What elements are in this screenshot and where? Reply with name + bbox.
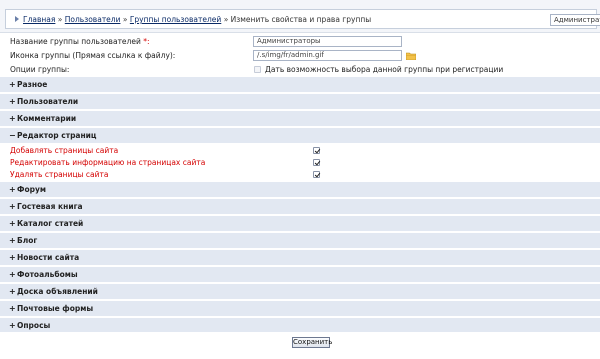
section-page-editor[interactable]: − Редактор страниц	[0, 127, 600, 143]
section-news[interactable]: + Новости сайта	[0, 249, 600, 265]
group-options-label: Опции группы:	[10, 65, 70, 74]
required-mark: *:	[143, 37, 150, 46]
section-title: Каталог статей	[17, 219, 84, 228]
expand-icon: +	[9, 185, 16, 194]
form-footer: Сохранить	[0, 332, 600, 359]
permission-row: Редактировать информацию на страницах са…	[0, 157, 600, 169]
breadcrumb-link-home[interactable]: Главная	[23, 15, 55, 24]
registration-choice-checkbox[interactable]	[254, 66, 261, 73]
expand-icon: +	[9, 202, 16, 211]
folder-icon[interactable]	[406, 52, 416, 60]
breadcrumb-separator: »	[223, 15, 229, 24]
section-title: Блог	[17, 236, 38, 245]
permission-checkbox[interactable]	[313, 147, 320, 154]
section-misc[interactable]: + Разное	[0, 76, 600, 92]
section-title: Почтовые формы	[17, 304, 94, 313]
breadcrumb-separator: »	[57, 15, 63, 24]
section-mail-forms[interactable]: + Почтовые формы	[0, 300, 600, 316]
expand-icon: +	[9, 304, 16, 313]
collapse-icon: −	[9, 131, 16, 140]
expand-icon: +	[9, 114, 16, 123]
divider	[0, 32, 600, 33]
breadcrumb: Главная » Пользователи » Группы пользова…	[5, 9, 600, 29]
section-forum[interactable]: + Форум	[0, 181, 600, 197]
expand-icon: +	[9, 236, 16, 245]
section-title: Форум	[17, 185, 46, 194]
permission-checkbox[interactable]	[313, 171, 320, 178]
section-board[interactable]: + Доска объявлений	[0, 283, 600, 299]
section-title: Гостевая книга	[17, 202, 83, 211]
group-icon-input[interactable]: /.s/img/fr/admin.gif	[253, 50, 402, 61]
breadcrumb-current: Изменить свойства и права группы	[230, 15, 372, 24]
expand-icon: +	[9, 80, 16, 89]
section-guestbook[interactable]: + Гостевая книга	[0, 198, 600, 214]
section-title: Разное	[17, 80, 48, 89]
section-title: Доска объявлений	[17, 287, 98, 296]
top-bar: Главная » Пользователи » Группы пользова…	[0, 0, 600, 32]
expand-icon: +	[9, 321, 16, 330]
section-title: Новости сайта	[17, 253, 80, 262]
section-users[interactable]: + Пользователи	[0, 93, 600, 109]
section-title: Опросы	[17, 321, 51, 330]
expand-icon: +	[9, 253, 16, 262]
expand-icon: +	[9, 270, 16, 279]
section-photo[interactable]: + Фотоальбомы	[0, 266, 600, 282]
expand-icon: +	[9, 219, 16, 228]
breadcrumb-separator: »	[122, 15, 128, 24]
group-select[interactable]: Администраторы	[550, 14, 600, 26]
section-polls[interactable]: + Опросы	[0, 317, 600, 333]
group-name-label: Название группы пользователей *:	[10, 37, 150, 46]
registration-choice-label: Дать возможность выбора данной группы пр…	[265, 65, 504, 74]
breadcrumb-link-groups[interactable]: Группы пользователей	[130, 15, 221, 24]
permission-row: Удалять страницы сайта	[0, 169, 600, 181]
section-blog[interactable]: + Блог	[0, 232, 600, 248]
permission-label: Редактировать информацию на страницах са…	[10, 158, 206, 167]
breadcrumb-trail: Главная » Пользователи » Группы пользова…	[15, 15, 371, 24]
expand-icon: +	[9, 287, 16, 296]
section-articles[interactable]: + Каталог статей	[0, 215, 600, 231]
breadcrumb-arrow-icon	[15, 16, 19, 22]
group-name-row: Название группы пользователей *: Админис…	[0, 36, 600, 48]
section-title: Пользователи	[17, 97, 79, 106]
permission-row: Добавлять страницы сайта	[0, 145, 600, 157]
section-title: Комментарии	[17, 114, 77, 123]
section-title: Редактор страниц	[17, 131, 97, 140]
expand-icon: +	[9, 97, 16, 106]
permission-label: Удалять страницы сайта	[10, 170, 109, 179]
group-name-input[interactable]: Администраторы	[253, 36, 402, 47]
group-icon-row: Иконка группы (Прямая ссылка к файлу): /…	[0, 50, 600, 62]
permission-checkbox[interactable]	[313, 159, 320, 166]
group-options-row: Опции группы: Дать возможность выбора да…	[0, 64, 600, 76]
save-button[interactable]: Сохранить	[292, 337, 332, 348]
section-comments[interactable]: + Комментарии	[0, 110, 600, 126]
breadcrumb-link-users[interactable]: Пользователи	[65, 15, 121, 24]
group-icon-label: Иконка группы (Прямая ссылка к файлу):	[10, 51, 176, 60]
permission-label: Добавлять страницы сайта	[10, 146, 119, 155]
section-title: Фотоальбомы	[17, 270, 78, 279]
